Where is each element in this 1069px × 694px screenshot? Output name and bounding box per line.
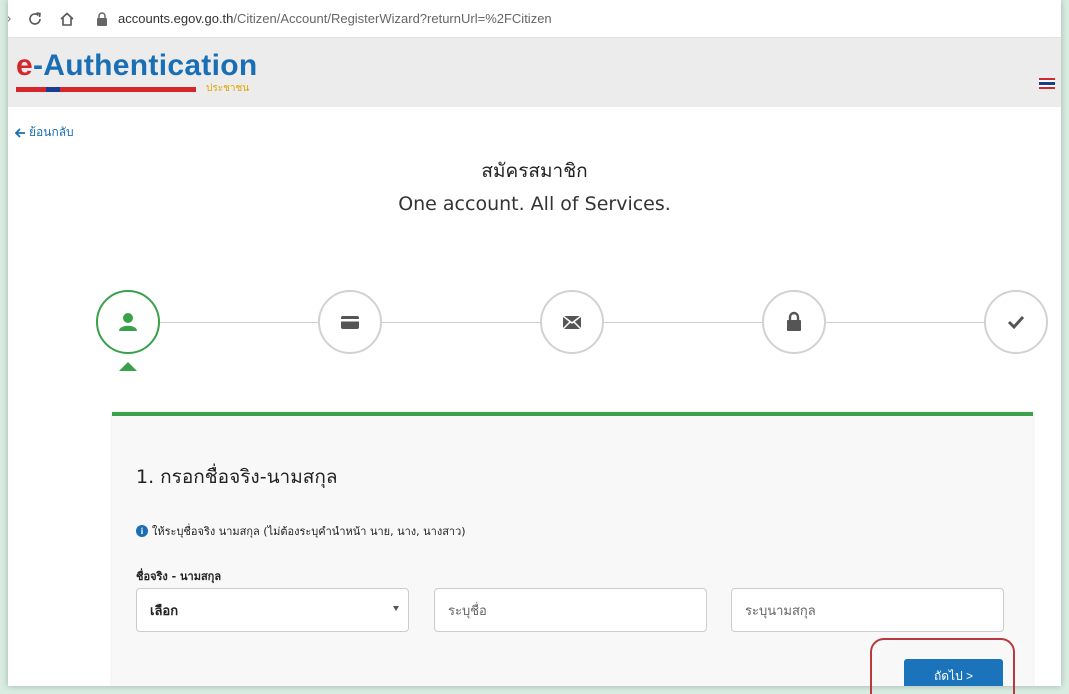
last-name-input[interactable]: ระบุนามสกุล bbox=[731, 588, 1004, 632]
info-icon: i bbox=[136, 525, 148, 537]
step-complete[interactable] bbox=[984, 290, 1048, 354]
forward-icon[interactable] bbox=[8, 8, 14, 30]
step-email[interactable] bbox=[540, 290, 604, 354]
stepper-line bbox=[382, 322, 544, 323]
arrow-left-icon bbox=[14, 127, 25, 138]
card-icon bbox=[341, 316, 359, 329]
next-button-highlight bbox=[870, 638, 1015, 694]
active-step-pointer bbox=[119, 362, 137, 371]
info-text: ให้ระบุชื่อจริง นามสกุล (ไม่ต้องระบุคำนำ… bbox=[152, 525, 466, 538]
back-label: ย้อนกลับ bbox=[29, 125, 74, 139]
check-icon bbox=[1007, 315, 1025, 330]
home-icon[interactable] bbox=[56, 8, 78, 30]
stepper-line bbox=[160, 322, 322, 323]
logo-e: e bbox=[16, 49, 33, 82]
step-password[interactable] bbox=[762, 290, 826, 354]
padlock-icon bbox=[787, 311, 801, 331]
stepper-line bbox=[604, 322, 766, 323]
form-heading: 1. กรอกชื่อจริง-นามสกุล bbox=[136, 466, 338, 488]
lock-icon bbox=[97, 11, 107, 26]
logo-underline bbox=[16, 87, 206, 92]
stepper-line bbox=[826, 322, 988, 323]
reload-icon[interactable] bbox=[24, 8, 46, 30]
url-path: /Citizen/Account/RegisterWizard?returnUr… bbox=[233, 11, 552, 26]
address-bar[interactable]: accounts.egov.go.th/Citizen/Account/Regi… bbox=[118, 11, 552, 26]
first-name-input[interactable]: ระบุชื่อ bbox=[434, 588, 707, 632]
back-link[interactable]: ย้อนกลับ bbox=[14, 123, 74, 142]
page-title: สมัครสมาชิก bbox=[481, 160, 588, 182]
first-name-placeholder: ระบุชื่อ bbox=[448, 602, 487, 618]
info-note: i ให้ระบุชื่อจริง นามสกุล (ไม่ต้องระบุคำ… bbox=[136, 522, 466, 540]
page-subtitle: One account. All of Services. bbox=[398, 193, 671, 215]
registration-stepper bbox=[8, 288, 1061, 378]
browser-toolbar: accounts.egov.go.th/Citizen/Account/Regi… bbox=[8, 0, 1061, 38]
url-domain: accounts.egov.go.th bbox=[118, 11, 234, 26]
name-label: ชื่อจริง - นามสกุล bbox=[136, 570, 222, 583]
caret-down-icon bbox=[393, 606, 399, 611]
e-authentication-logo[interactable]: e-Authentication ประชาชน bbox=[16, 49, 258, 94]
site-header: e-Authentication ประชาชน bbox=[8, 38, 1061, 107]
browser-window: accounts.egov.go.th/Citizen/Account/Regi… bbox=[8, 0, 1061, 686]
thai-flag-icon[interactable] bbox=[1039, 78, 1055, 89]
step-name[interactable] bbox=[96, 290, 160, 354]
logo-text: -Authentication bbox=[33, 49, 258, 82]
title-select-value: เลือก bbox=[150, 603, 179, 619]
envelope-icon bbox=[562, 315, 582, 330]
step-id-card[interactable] bbox=[318, 290, 382, 354]
user-icon bbox=[119, 313, 137, 331]
logo-subtitle: ประชาชน bbox=[206, 83, 250, 94]
title-select[interactable]: เลือก bbox=[136, 588, 409, 632]
last-name-placeholder: ระบุนามสกุล bbox=[745, 602, 816, 618]
